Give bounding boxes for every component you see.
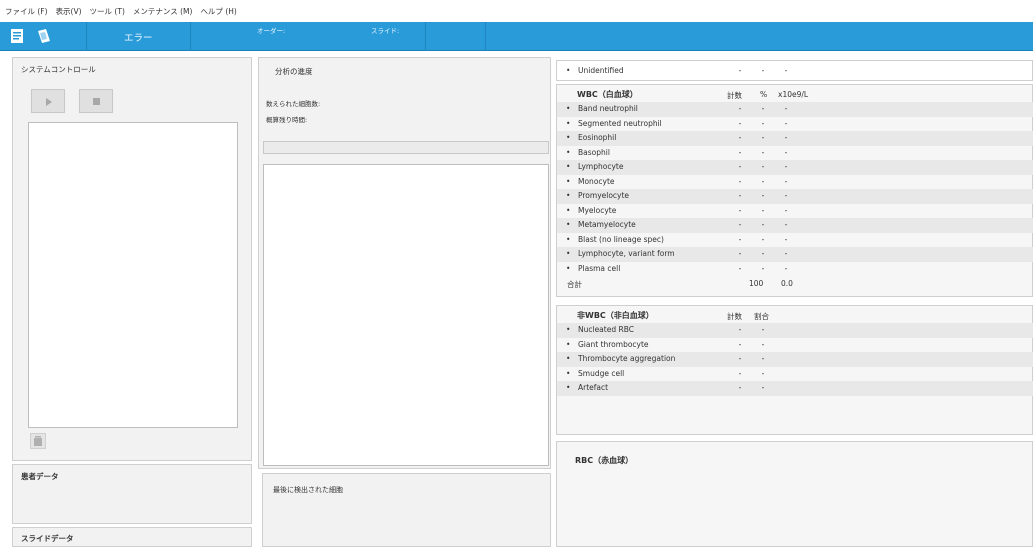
menu-file[interactable]: ファイル (F): [5, 6, 48, 17]
wbc-col-conc: x10e9/L: [778, 90, 809, 99]
wbc-total-label: 合計: [567, 280, 582, 289]
table-row: • Myelocyte - - -: [566, 205, 788, 215]
toolbar-separator: [485, 22, 486, 51]
slides-icon[interactable]: [38, 29, 50, 43]
stop-icon: [93, 98, 100, 105]
patient-data-title: 患者データ: [21, 472, 59, 481]
error-status: エラー: [124, 33, 153, 44]
non-wbc-title: 非WBC（非白血球）: [577, 311, 654, 320]
system-control-title: システムコントロール: [21, 65, 96, 74]
table-row: • Basophil - - -: [566, 147, 788, 157]
stop-button[interactable]: [79, 89, 113, 113]
toolbar-separator: [425, 22, 426, 51]
table-row: • Artefact - -: [557, 381, 1033, 396]
slide-label: スライド:: [371, 27, 400, 35]
play-button[interactable]: [31, 89, 65, 113]
menu-bar: ファイル (F) 表示(V) ツール (T) メンテナンス (M) ヘルプ (H…: [0, 0, 1033, 22]
progress-bar: [263, 141, 549, 154]
table-row: • Thrombocyte aggregation - -: [557, 352, 1033, 367]
table-row: • Lymphocyte - - -: [557, 160, 1033, 175]
trash-icon: [34, 436, 42, 446]
table-row: • Lymphocyte, variant form - - -: [557, 247, 1033, 262]
order-label: オーダー:: [257, 27, 286, 35]
slide-list[interactable]: [28, 122, 238, 428]
wbc-col-percent: %: [760, 90, 768, 99]
menu-view[interactable]: 表示(V): [56, 6, 82, 17]
unidentified-panel: • Unidentified - - -: [556, 60, 1033, 81]
delete-button[interactable]: [30, 433, 46, 449]
play-icon: [46, 98, 52, 106]
wbc-col-count: 計数: [727, 91, 742, 100]
cell-image-view[interactable]: [263, 164, 549, 466]
table-row: • Blast (no lineage spec) - - -: [566, 234, 788, 244]
menu-maintenance[interactable]: メンテナンス (M): [133, 6, 193, 17]
patient-data-panel: 患者データ: [12, 464, 252, 524]
rbc-title: RBC（赤血球）: [575, 456, 634, 465]
non-wbc-panel: 非WBC（非白血球） 計数 割合 • Nucleated RBC - - • Giant …: [556, 305, 1033, 435]
last-detected-title: 最後に検出された細胞: [273, 486, 343, 494]
counted-cells-label: 数えられた細胞数:: [266, 100, 321, 108]
wbc-total-percent: 100: [749, 279, 764, 288]
wbc-total-conc: 0.0: [781, 279, 793, 288]
document-icon[interactable]: [11, 29, 23, 43]
table-row: • Promyelocyte - - -: [557, 189, 1033, 204]
table-row: • Eosinophil - - -: [557, 131, 1033, 146]
table-row: • Smudge cell - -: [566, 368, 765, 378]
table-row: • Band neutrophil - - -: [557, 102, 1033, 117]
non-wbc-col-count: 計数: [727, 312, 742, 321]
table-row: • Nucleated RBC - -: [557, 323, 1033, 338]
analysis-title: 分析の進度: [275, 67, 313, 76]
table-row: • Segmented neutrophil - - -: [566, 118, 788, 128]
analysis-progress-panel: 分析の進度 数えられた細胞数: 概算残り時間:: [258, 57, 551, 469]
table-row: • Giant thrombocyte - -: [566, 339, 765, 349]
slide-data-title: スライドデータ: [21, 534, 74, 543]
toolbar-separator: [86, 22, 87, 51]
wbc-title: WBC（白血球）: [577, 90, 638, 99]
remaining-time-label: 概算残り時間:: [266, 116, 308, 124]
toolbar: エラー オーダー: スライド:: [0, 22, 1033, 51]
system-control-panel: システムコントロール: [12, 57, 252, 461]
toolbar-separator: [190, 22, 191, 51]
wbc-panel: WBC（白血球） 計数 % x10e9/L • Band neutrophil - -…: [556, 84, 1033, 297]
unidentified-row: • Unidentified - - -: [566, 66, 788, 75]
table-row: • Metamyelocyte - - -: [557, 218, 1033, 233]
table-row: • Plasma cell - - -: [566, 263, 788, 273]
non-wbc-col-ratio: 割合: [754, 312, 769, 321]
slide-data-panel: スライドデータ: [12, 527, 252, 547]
last-detected-panel: 最後に検出された細胞: [262, 473, 551, 547]
menu-help[interactable]: ヘルプ (H): [200, 6, 236, 17]
rbc-panel: RBC（赤血球）: [556, 441, 1033, 547]
table-row: • Monocyte - - -: [566, 176, 788, 186]
menu-tools[interactable]: ツール (T): [90, 6, 125, 17]
